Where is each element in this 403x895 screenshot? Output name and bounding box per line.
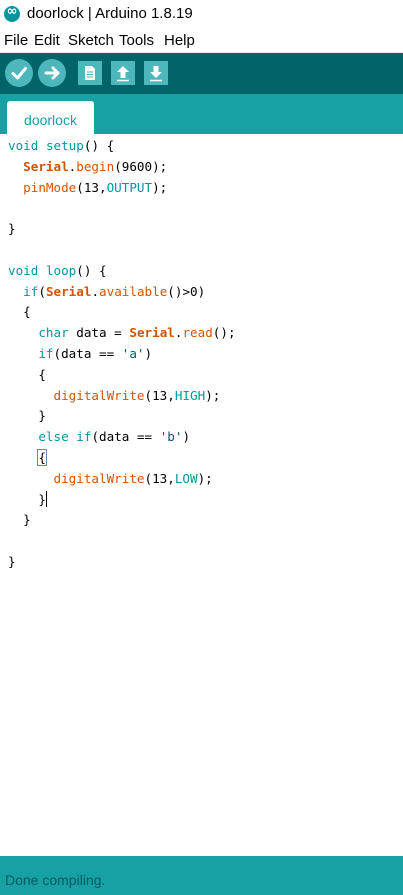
- menu-bar: File Edit Sketch Tools Help: [0, 30, 403, 53]
- arduino-logo-icon: [4, 4, 20, 22]
- status-message: Done compiling.: [5, 872, 106, 888]
- tab-doorlock[interactable]: doorlock: [7, 101, 94, 134]
- menu-tools[interactable]: Tools: [119, 32, 154, 49]
- status-bar: Done compiling.: [0, 856, 403, 895]
- tab-bar: doorlock: [0, 94, 403, 134]
- menu-edit[interactable]: Edit: [34, 32, 60, 49]
- menu-help[interactable]: Help: [164, 32, 195, 49]
- open-button[interactable]: [111, 61, 135, 85]
- arrow-right-icon: [44, 66, 60, 80]
- title-bar: doorlock | Arduino 1.8.19: [0, 0, 403, 30]
- verify-button[interactable]: [5, 59, 33, 87]
- code-editor[interactable]: void setup() { Serial.begin(9600); pinMo…: [0, 134, 403, 856]
- new-button[interactable]: [78, 61, 102, 85]
- upload-button[interactable]: [38, 59, 66, 87]
- menu-sketch[interactable]: Sketch: [68, 32, 114, 49]
- save-button[interactable]: [144, 61, 168, 85]
- document-icon: [85, 66, 95, 80]
- text-cursor: [45, 490, 47, 507]
- checkmark-icon: [11, 67, 27, 80]
- code-text[interactable]: void setup() { Serial.begin(9600); pinMo…: [8, 136, 236, 573]
- menu-file[interactable]: File: [4, 32, 28, 49]
- arrow-up-icon: [117, 66, 129, 82]
- arrow-down-icon: [150, 66, 162, 82]
- window-title: doorlock | Arduino 1.8.19: [27, 5, 193, 22]
- toolbar: [0, 53, 403, 94]
- tab-label: doorlock: [24, 112, 77, 128]
